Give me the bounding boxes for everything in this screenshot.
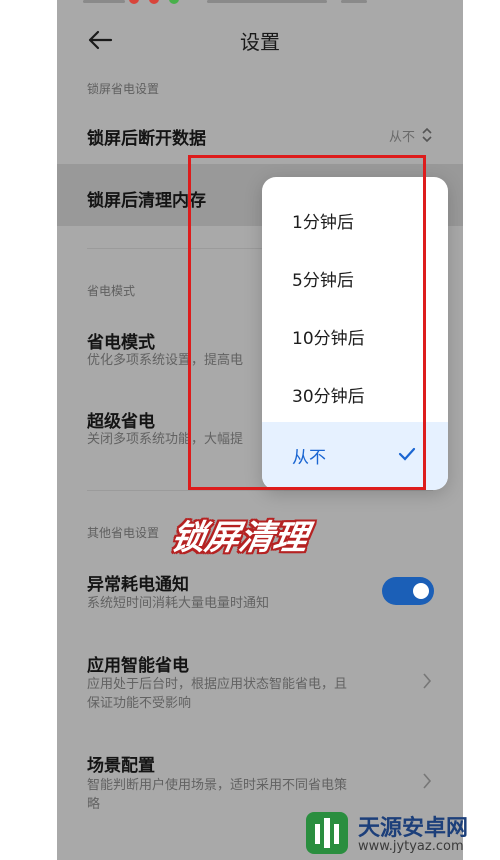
watermark: 天源安卓网 www.jytyaz.com [300, 808, 500, 860]
row-value: 从不 [388, 130, 415, 145]
row-title: 超级省电 [87, 412, 155, 432]
row-title: 应用智能省电 [87, 656, 189, 676]
up-down-chevron-icon [422, 127, 432, 143]
divider [87, 490, 433, 491]
status-icon [169, 0, 179, 4]
section-label-power-mode: 省电模式 [87, 284, 136, 298]
status-icon [149, 0, 159, 4]
annotation-caption: 锁屏清理 [167, 518, 311, 558]
row-subtitle-line1: 应用处于后台时，根据应用状态智能省电，且 [87, 677, 348, 692]
row-title: 省电模式 [87, 333, 155, 353]
app-bar: 设置 [57, 18, 463, 62]
status-bar [57, 0, 463, 8]
row-title: 场景配置 [87, 756, 155, 776]
row-subtitle-line2: 略 [87, 797, 101, 812]
row-subtitle-line1: 智能判断用户使用场景，适时采用不同省电策 [87, 778, 348, 793]
annotation-box [188, 155, 426, 490]
row-subtitle-line2: 保证功能不受影响 [87, 696, 192, 711]
chevron-right-icon [423, 773, 432, 789]
chevron-right-icon [423, 673, 432, 689]
section-label-lock: 锁屏省电设置 [87, 82, 160, 96]
toggle-knob [413, 583, 429, 599]
row-subtitle: 系统短时间消耗大量电量时通知 [87, 596, 270, 611]
page-title: 设置 [240, 30, 280, 54]
abnormal-notify-toggle[interactable] [382, 577, 434, 605]
watermark-url: www.jytyaz.com [358, 839, 464, 854]
row-title: 异常耗电通知 [87, 575, 189, 595]
watermark-title: 天源安卓网 [358, 816, 469, 841]
section-label-other: 其他省电设置 [87, 526, 160, 540]
status-icon [129, 0, 139, 4]
row-title: 锁屏后断开数据 [87, 129, 206, 149]
watermark-logo-icon [306, 812, 348, 854]
